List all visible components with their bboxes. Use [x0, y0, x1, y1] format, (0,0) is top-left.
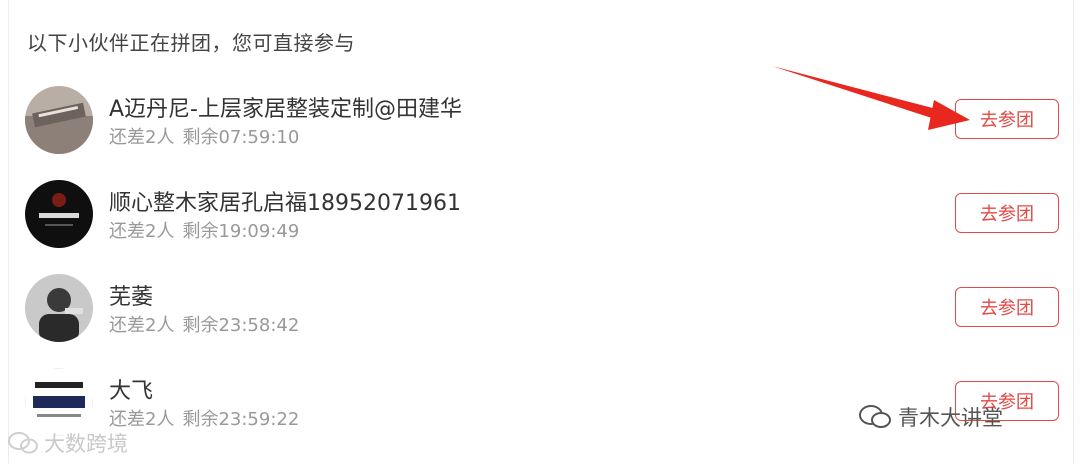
join-group-button[interactable]: 去参团 [955, 193, 1059, 233]
group-status: 还差2人 剩余19:09:49 [109, 217, 299, 243]
join-group-button[interactable]: 去参团 [955, 287, 1059, 327]
avatar [25, 274, 93, 342]
people-needed: 还差2人 [109, 409, 175, 430]
time-remaining: 剩余23:58:42 [182, 315, 300, 336]
time-remaining: 剩余19:09:49 [182, 221, 300, 242]
wechat-icon [8, 431, 38, 460]
group-buy-panel: 以下小伙伴正在拼团，您可直接参与 A迈丹尼-上层家居整装定制@田建华 还差2人剩… [8, 0, 1074, 464]
people-needed: 还差2人 [109, 315, 175, 336]
member-name: A迈丹尼-上层家居整装定制@田建华 [109, 97, 462, 122]
time-remaining: 剩余07:59:10 [182, 127, 300, 148]
time-remaining: 剩余23:59:22 [182, 409, 300, 430]
member-name: 大飞 [109, 379, 154, 404]
wechat-icon [858, 404, 892, 435]
group-status: 还差2人 剩余23:58:42 [109, 311, 299, 337]
watermark-left: 大数跨境 [8, 428, 128, 460]
avatar [25, 368, 93, 436]
avatar [25, 180, 93, 248]
member-name: 顺心整木家居孔启福18952071961 [109, 191, 461, 216]
group-row: 芜萎 还差2人 剩余23:58:42 去参团 [9, 274, 1073, 368]
section-heading: 以下小伙伴正在拼团，您可直接参与 [27, 31, 355, 55]
join-group-button[interactable]: 去参团 [955, 99, 1059, 139]
group-status: 还差2人 剩余07:59:10 [109, 123, 299, 149]
group-row: 顺心整木家居孔启福18952071961 还差2人 剩余19:09:49 去参团 [9, 180, 1073, 274]
avatar [25, 86, 93, 154]
watermark-right: 青木大讲堂 [858, 402, 1003, 435]
people-needed: 还差2人 [109, 221, 175, 242]
member-name: 芜萎 [109, 285, 154, 310]
group-status: 还差2人 剩余23:59:22 [109, 405, 299, 431]
group-row: A迈丹尼-上层家居整装定制@田建华 还差2人 剩余07:59:10 去参团 [9, 86, 1073, 180]
people-needed: 还差2人 [109, 127, 175, 148]
